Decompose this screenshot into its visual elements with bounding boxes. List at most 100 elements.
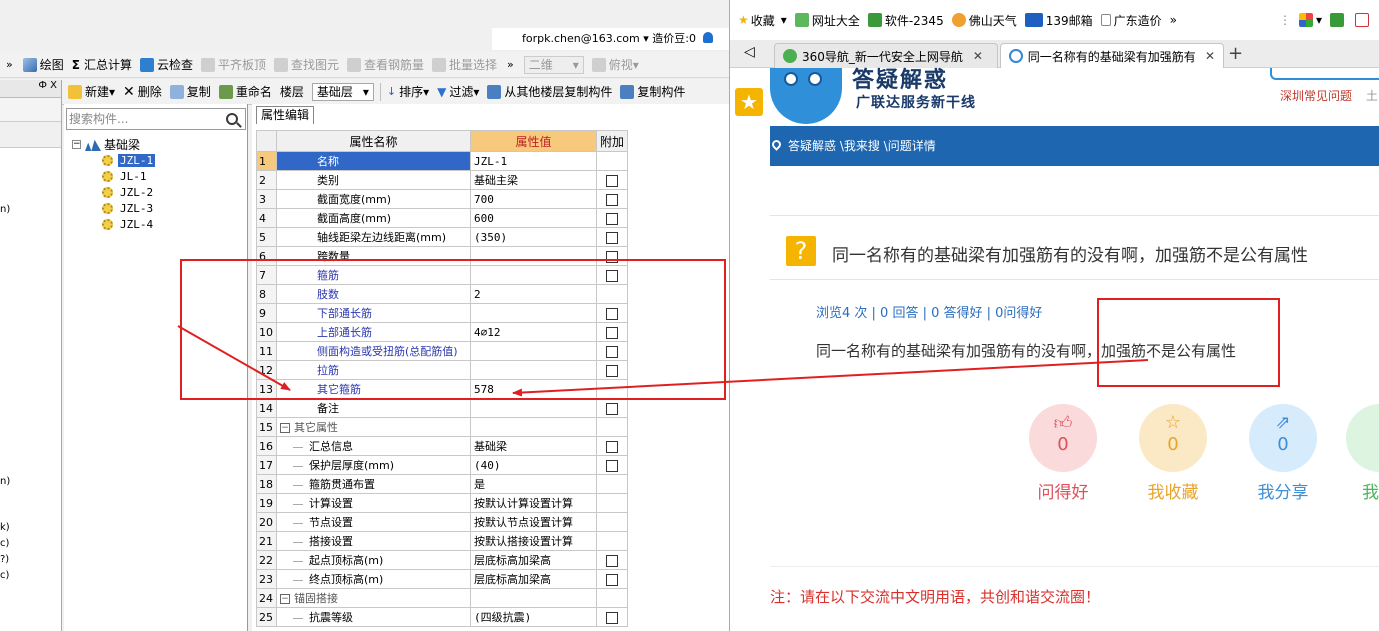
property-row[interactable]: 2 类别 基础主梁 (256, 170, 629, 190)
property-row[interactable]: 15− 其它属性 (256, 417, 629, 437)
property-row[interactable]: 25 抗震等级 (四级抗震) (256, 607, 629, 627)
extra-checkbox[interactable] (606, 231, 618, 244)
bookmark-hao123[interactable]: 网址大全 (794, 12, 860, 29)
more-icon[interactable]: ⋮ (1279, 13, 1291, 27)
property-value[interactable]: 基础梁 (470, 436, 597, 456)
property-value[interactable]: 700 (470, 189, 597, 209)
property-row[interactable]: 14 备注 (256, 398, 629, 418)
batch-select-button[interactable]: 批量选择 (428, 54, 501, 76)
property-row[interactable]: 24− 锚固搭接 (256, 588, 629, 608)
find-element-button[interactable]: 查找图元 (270, 54, 343, 76)
extra-checkbox[interactable] (606, 440, 618, 453)
view-2d-select[interactable]: 二维 ▾ (523, 55, 584, 74)
action-good-question[interactable]: 👍︎ 0 问得好 (1018, 404, 1108, 503)
tree-item[interactable]: JZL-3 (72, 200, 155, 216)
toolbar-overflow2-button[interactable]: » (501, 58, 520, 71)
extra-checkbox[interactable] (606, 402, 618, 415)
bookmarks-overflow-button[interactable]: » (1170, 13, 1177, 27)
tree-item[interactable]: JL-1 (72, 168, 155, 184)
collapse-icon[interactable]: − (280, 423, 290, 433)
extra-checkbox[interactable] (606, 611, 618, 624)
search-input[interactable] (67, 110, 222, 128)
chevron-down-icon[interactable]: ▾ (643, 32, 652, 45)
delete-button[interactable]: ✕ 删除 (119, 81, 166, 103)
action-favorite[interactable]: ☆ 0 我收藏 (1128, 404, 1218, 503)
tree-item[interactable]: JZL-2 (72, 184, 155, 200)
reader-icon[interactable] (1330, 13, 1347, 27)
close-icon[interactable]: ✕ (1205, 49, 1215, 63)
property-row[interactable]: 16 汇总信息 基础梁 (256, 436, 629, 456)
breadcrumb[interactable]: 答疑解惑 \我来搜 \问题详情 (788, 139, 936, 153)
property-row[interactable]: 1 名称 JZL-1 (256, 151, 629, 171)
property-row[interactable]: 22 起点顶标高(m) 层底标高加梁高 (256, 550, 629, 570)
bookmark-weather[interactable]: 佛山天气 (951, 12, 1017, 29)
filter-button[interactable]: ▼ 过滤 ▾ (433, 81, 483, 103)
tree-item[interactable]: JZL-1 (72, 152, 156, 168)
extra-checkbox[interactable] (606, 212, 618, 225)
property-value[interactable]: 600 (470, 208, 597, 228)
new-tab-icon[interactable]: + (1228, 43, 1243, 64)
property-row[interactable]: 5 轴线距梁左边线距离(mm) (350) (256, 227, 629, 247)
property-value[interactable]: 层底标高加梁高 (470, 550, 597, 570)
bookmark-gd-cost[interactable]: 广东造价 (1100, 12, 1162, 29)
flat-slab-button[interactable]: 平齐板顶 (197, 54, 270, 76)
toolbar-overflow-button[interactable]: » (0, 58, 19, 71)
tab-scroll-left-icon[interactable]: ◁ (744, 44, 755, 60)
draw-button[interactable]: 绘图 (19, 54, 68, 76)
property-value[interactable]: 按默认搭接设置计算 (470, 531, 597, 551)
extra-checkbox[interactable] (606, 554, 618, 567)
property-value[interactable]: 是 (470, 474, 597, 494)
cloud-check-button[interactable]: 云检查 (136, 54, 197, 76)
tree-item[interactable]: JZL-4 (72, 216, 155, 232)
close-icon[interactable]: ✕ (973, 49, 983, 63)
copy-button[interactable]: 复制 (166, 81, 215, 103)
close-icon[interactable]: X (50, 80, 57, 91)
property-value[interactable] (470, 398, 597, 418)
property-row[interactable]: 4 截面高度(mm) 600 (256, 208, 629, 228)
action-share[interactable]: ⇗ 0 我分享 (1238, 404, 1328, 503)
summary-calc-button[interactable]: Σ 汇总计算 (68, 54, 136, 76)
link-truncated[interactable]: 土 (1366, 89, 1378, 103)
view-rebar-button[interactable]: 查看钢筋量 (343, 54, 428, 76)
sort-button[interactable]: ↓ 排序 ▾ (383, 81, 433, 103)
property-value[interactable]: 按默认节点设置计算 (470, 512, 597, 532)
property-value[interactable]: (四级抗震) (470, 607, 597, 627)
rename-button[interactable]: 重命名 (215, 81, 276, 103)
property-value[interactable]: (350) (470, 227, 597, 247)
view-top-button[interactable]: 俯视 ▾ (588, 54, 643, 76)
property-row[interactable]: 19 计算设置 按默认计算设置计算 (256, 493, 629, 513)
tree-root[interactable]: − 基础梁 (72, 136, 155, 152)
extra-checkbox[interactable] (606, 573, 618, 586)
search-icon[interactable] (226, 113, 238, 125)
site-logo[interactable]: 答疑解惑 广联达服务新干线 (770, 68, 1010, 126)
property-value[interactable]: 基础主梁 (470, 170, 597, 190)
extra-checkbox[interactable] (606, 193, 618, 206)
property-row[interactable]: 20 节点设置 按默认节点设置计算 (256, 512, 629, 532)
bookmark-2345[interactable]: 软件-2345 (867, 12, 944, 29)
floor-select[interactable]: 基础层 ▾ (311, 82, 374, 101)
collapse-icon[interactable]: − (280, 594, 290, 604)
property-value[interactable]: 层底标高加梁高 (470, 569, 597, 589)
link-shenzhen-faq[interactable]: 深圳常见问题 (1280, 89, 1352, 103)
property-row[interactable]: 18 箍筋贯通布置 是 (256, 474, 629, 494)
translate-icon[interactable] (1355, 13, 1372, 27)
property-value[interactable]: JZL-1 (470, 151, 597, 171)
extra-checkbox[interactable] (606, 459, 618, 472)
property-value[interactable] (470, 588, 597, 608)
collapse-icon[interactable]: − (72, 139, 81, 149)
action-truncated[interactable]: 我 (1346, 404, 1379, 503)
tab-question[interactable]: 同一名称有的基础梁有加强筋有的 ✕ (1000, 43, 1224, 68)
bookmark-139[interactable]: 139邮箱 (1024, 12, 1093, 29)
property-row[interactable]: 21 搭接设置 按默认搭接设置计算 (256, 531, 629, 551)
property-row[interactable]: 3 截面宽度(mm) 700 (256, 189, 629, 209)
bell-icon[interactable] (703, 32, 714, 43)
favorite-star-icon[interactable]: ★ (735, 88, 763, 116)
property-row[interactable]: 23 终点顶标高(m) 层底标高加梁高 (256, 569, 629, 589)
property-value[interactable]: 按默认计算设置计算 (470, 493, 597, 513)
pin-icon[interactable]: Ф (38, 80, 47, 91)
property-row[interactable]: 17 保护层厚度(mm) (40) (256, 455, 629, 475)
property-value[interactable]: (40) (470, 455, 597, 475)
property-value[interactable] (470, 417, 597, 437)
tab-property-edit[interactable]: 属性编辑 (256, 106, 315, 124)
bookmark-favorites[interactable]: ★ 收藏 ▾ (738, 12, 787, 29)
